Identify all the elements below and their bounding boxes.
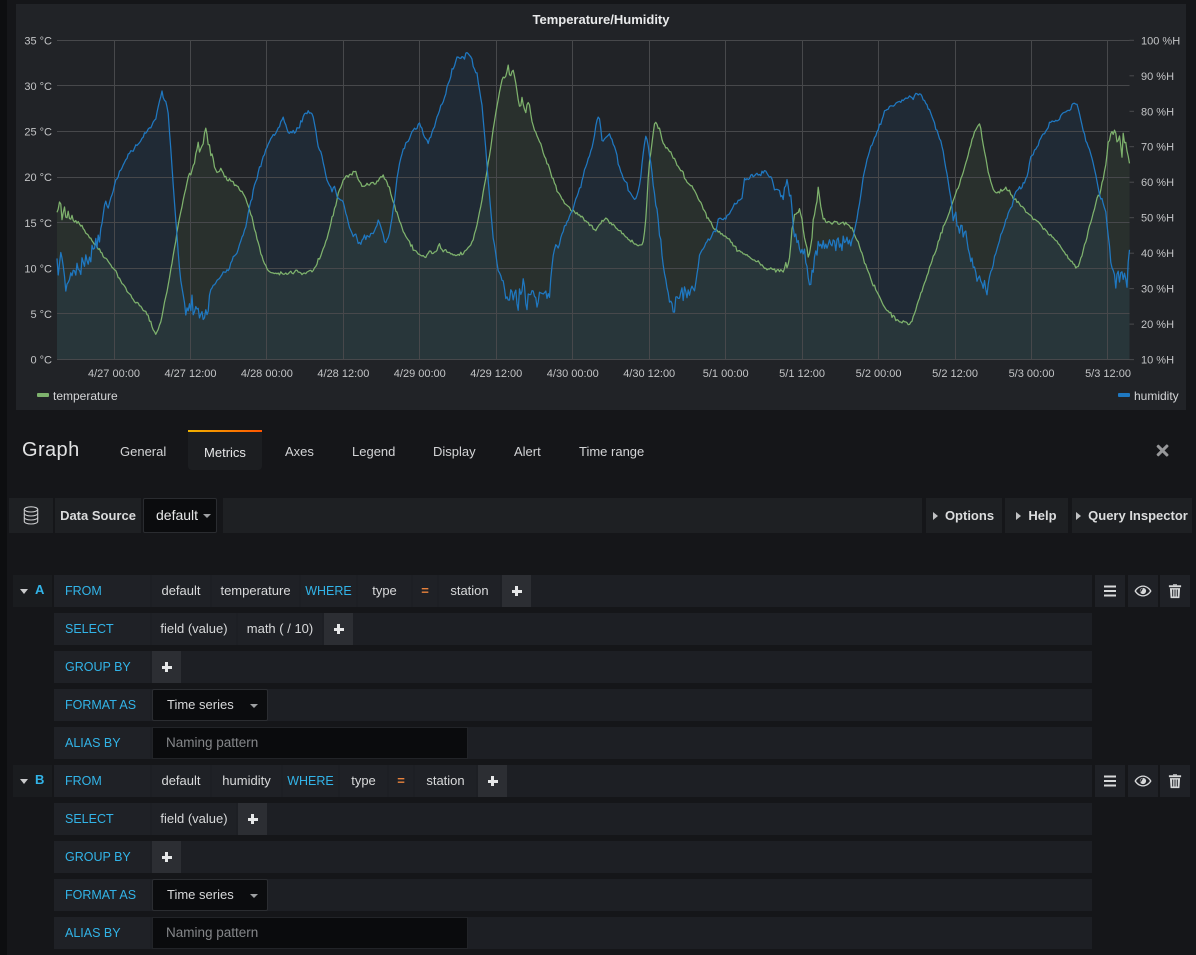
svg-text:5/1 00:00: 5/1 00:00 [703,368,749,380]
svg-text:10 °C: 10 °C [24,263,52,275]
svg-text:4/30 00:00: 4/30 00:00 [547,368,599,380]
svg-text:4/28 00:00: 4/28 00:00 [241,368,293,380]
svg-text:0 °C: 0 °C [30,355,52,367]
svg-text:5 °C: 5 °C [30,309,52,321]
svg-text:15 °C: 15 °C [24,218,52,230]
svg-text:70 %H: 70 %H [1141,142,1174,154]
svg-text:30 °C: 30 °C [24,81,52,93]
svg-text:30 %H: 30 %H [1141,284,1174,296]
svg-text:4/29 00:00: 4/29 00:00 [394,368,446,380]
svg-text:5/2 00:00: 5/2 00:00 [856,368,902,380]
svg-text:4/27 00:00: 4/27 00:00 [88,368,140,380]
svg-text:20 °C: 20 °C [24,172,52,184]
svg-text:temperature: temperature [53,389,118,403]
svg-text:5/1 12:00: 5/1 12:00 [779,368,825,380]
svg-text:80 %H: 80 %H [1141,106,1174,118]
svg-text:90 %H: 90 %H [1141,71,1174,83]
svg-text:5/3 12:00: 5/3 12:00 [1085,368,1131,380]
svg-text:4/29 12:00: 4/29 12:00 [470,368,522,380]
svg-text:35 °C: 35 °C [24,35,52,47]
svg-text:40 %H: 40 %H [1141,248,1174,260]
svg-text:humidity: humidity [1134,389,1179,403]
svg-text:10 %H: 10 %H [1141,355,1174,367]
svg-text:60 %H: 60 %H [1141,177,1174,189]
svg-text:20 %H: 20 %H [1141,319,1174,331]
svg-text:5/2 12:00: 5/2 12:00 [932,368,978,380]
svg-text:50 %H: 50 %H [1141,213,1174,225]
svg-text:4/27 12:00: 4/27 12:00 [165,368,217,380]
svg-text:4/30 12:00: 4/30 12:00 [623,368,675,380]
svg-text:4/28 12:00: 4/28 12:00 [317,368,369,380]
svg-text:100 %H: 100 %H [1141,35,1180,47]
svg-text:5/3 00:00: 5/3 00:00 [1009,368,1055,380]
svg-text:Temperature/Humidity: Temperature/Humidity [532,12,670,27]
svg-text:25 °C: 25 °C [24,127,52,139]
